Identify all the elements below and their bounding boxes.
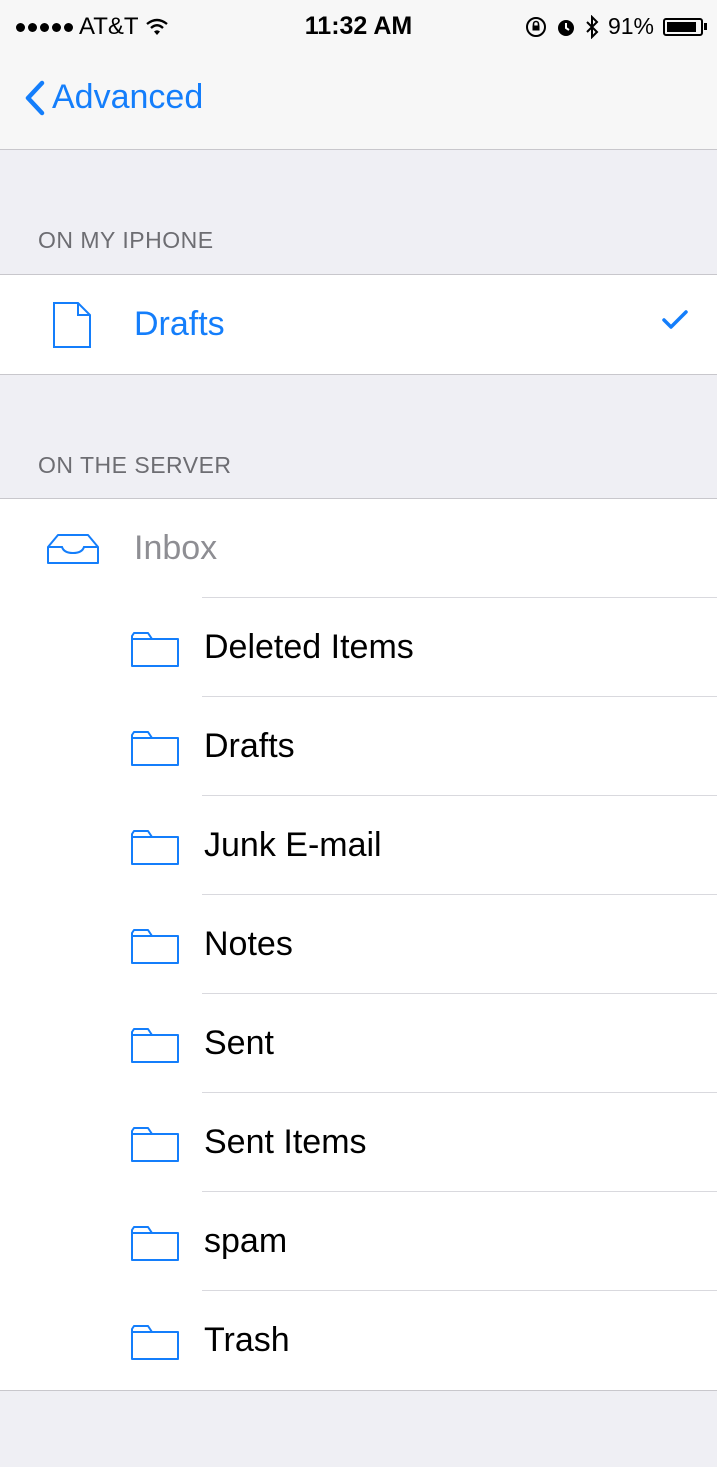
mailbox-label-local-drafts: Drafts <box>134 305 225 343</box>
folder-icon <box>130 1125 180 1163</box>
mailbox-row-trash[interactable]: Trash <box>0 1291 717 1390</box>
mailbox-label: Drafts <box>204 727 295 765</box>
navigation-bar: Advanced <box>0 50 717 150</box>
mailbox-label-inbox: Inbox <box>134 529 218 567</box>
folder-icon <box>130 1026 180 1064</box>
mailbox-row-spam[interactable]: spam <box>0 1192 717 1291</box>
mailbox-label: spam <box>204 1222 288 1260</box>
mailbox-label: Sent <box>204 1024 274 1062</box>
status-bar-right: 91% <box>525 13 707 40</box>
on-my-iphone-group: Drafts <box>0 274 717 375</box>
orientation-lock-icon <box>525 16 546 37</box>
mailbox-label: Trash <box>204 1321 290 1359</box>
mailbox-row-sent[interactable]: Sent <box>0 994 717 1093</box>
alarm-icon <box>557 19 574 36</box>
battery-fill <box>667 21 697 32</box>
bluetooth-icon <box>586 14 599 39</box>
battery-percent: 91% <box>607 13 654 39</box>
folder-icon <box>130 927 180 965</box>
chevron-left-icon <box>25 80 45 115</box>
battery-icon <box>663 17 707 36</box>
mailbox-row-deleted-items[interactable]: Deleted Items <box>0 598 717 697</box>
inbox-tray-icon <box>46 533 100 565</box>
status-bar: AT&T 11:32 AM 91% <box>0 0 717 50</box>
mailbox-label: Notes <box>204 925 293 963</box>
document-icon <box>52 301 92 349</box>
section-header-on-my-iphone: ON MY IPHONE <box>38 227 214 253</box>
mailbox-row-local-drafts[interactable]: Drafts <box>0 275 717 374</box>
checkmark-icon <box>662 310 688 329</box>
back-button-label: Advanced <box>52 78 204 116</box>
folder-icon <box>130 1224 180 1262</box>
folder-icon <box>130 630 180 668</box>
folder-icon <box>130 1323 180 1361</box>
section-header-on-the-server: ON THE SERVER <box>38 452 232 478</box>
mailbox-row-inbox: Inbox <box>0 499 717 598</box>
folder-icon <box>130 828 180 866</box>
mailbox-row-notes[interactable]: Notes <box>0 895 717 994</box>
mailbox-row-sent-items[interactable]: Sent Items <box>0 1093 717 1192</box>
back-button[interactable]: Advanced <box>24 78 203 117</box>
mailbox-label: Junk E-mail <box>204 826 382 864</box>
mailbox-row-drafts[interactable]: Drafts <box>0 697 717 796</box>
mailbox-label: Deleted Items <box>204 628 414 666</box>
mailbox-label: Sent Items <box>204 1123 367 1161</box>
folder-icon <box>130 729 180 767</box>
mailbox-row-junk-email[interactable]: Junk E-mail <box>0 796 717 895</box>
on-the-server-group: Inbox Deleted Items Drafts Junk E-mail N… <box>0 498 717 1391</box>
